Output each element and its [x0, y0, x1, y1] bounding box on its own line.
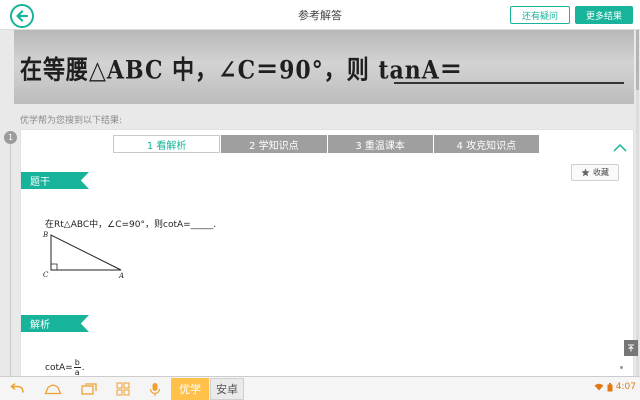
more-results-button[interactable]: 更多结果 [575, 6, 633, 24]
vertex-a: A [118, 272, 124, 280]
answer-prefix: cotA= [45, 362, 73, 373]
question-text: 在Rt△ABC中，∠C=90°，则cotA=_____. [45, 220, 217, 230]
back-icon[interactable] [8, 381, 26, 397]
tab-learn-knowledge[interactable]: 2 学知识点 [220, 135, 327, 153]
answer-fraction: b a [73, 358, 81, 376]
result-index-badge: 1 [4, 131, 17, 144]
favorite-button[interactable]: 收藏 [571, 164, 619, 181]
scrollbar[interactable] [636, 30, 639, 376]
favorite-label: 收藏 [593, 168, 609, 177]
analysis-answer: cotA= b a . [45, 358, 85, 376]
star-icon [581, 168, 590, 177]
tab-view-analysis[interactable]: 1 看解析 [113, 135, 221, 153]
vertex-b: B [42, 231, 48, 239]
indicator-dot [620, 366, 623, 369]
status-area: 4:07 [594, 382, 636, 392]
analysis-tag: 解析 [21, 315, 89, 332]
wifi-icon [594, 383, 604, 391]
app-youxue-tab[interactable]: 优学 [171, 378, 209, 400]
tab-review-textbook[interactable]: 3 重温课本 [326, 135, 433, 153]
arrow-up-icon [628, 344, 634, 352]
system-nav-bar: 优学 安卓 4:07 [0, 376, 640, 400]
timeline-line [10, 144, 11, 376]
scroll-thumb[interactable] [636, 30, 639, 90]
clock: 4:07 [615, 382, 636, 392]
grid-icon[interactable] [114, 381, 132, 397]
photo-answer-blank [394, 82, 624, 84]
recent-apps-icon[interactable] [80, 381, 98, 397]
home-icon[interactable] [44, 381, 62, 397]
battery-icon [607, 382, 613, 391]
answer-suffix: . [81, 362, 85, 373]
top-bar: 参考解答 还有疑问 更多结果 [0, 0, 640, 30]
app-android-tab[interactable]: 安卓 [210, 378, 244, 400]
tab-master-knowledge[interactable]: 4 攻克知识点 [432, 135, 539, 153]
chevron-up-icon[interactable] [613, 142, 627, 152]
question-photo: 在等腰△ABC 中，∠C＝90°，则 tanA＝ [14, 30, 634, 104]
scroll-to-top-button[interactable] [624, 340, 638, 356]
ask-question-button[interactable]: 还有疑问 [510, 6, 570, 24]
search-result-hint: 优学帮为您搜到以下结果: [20, 116, 123, 126]
fraction-numerator: b [73, 358, 81, 368]
step-tabs: 1 看解析 2 学知识点 3 重温课本 4 攻克知识点 [113, 135, 539, 153]
vertex-c: C [43, 271, 49, 279]
microphone-icon[interactable] [146, 381, 164, 397]
result-card: 1 看解析 2 学知识点 3 重温课本 4 攻克知识点 题干 收藏 在Rt△AB… [20, 129, 634, 377]
photo-text: 在等腰△ABC 中，∠C＝90°，则 tanA＝ [20, 55, 463, 86]
triangle-figure: B C A [42, 231, 124, 280]
question-tag: 题干 [21, 172, 89, 189]
